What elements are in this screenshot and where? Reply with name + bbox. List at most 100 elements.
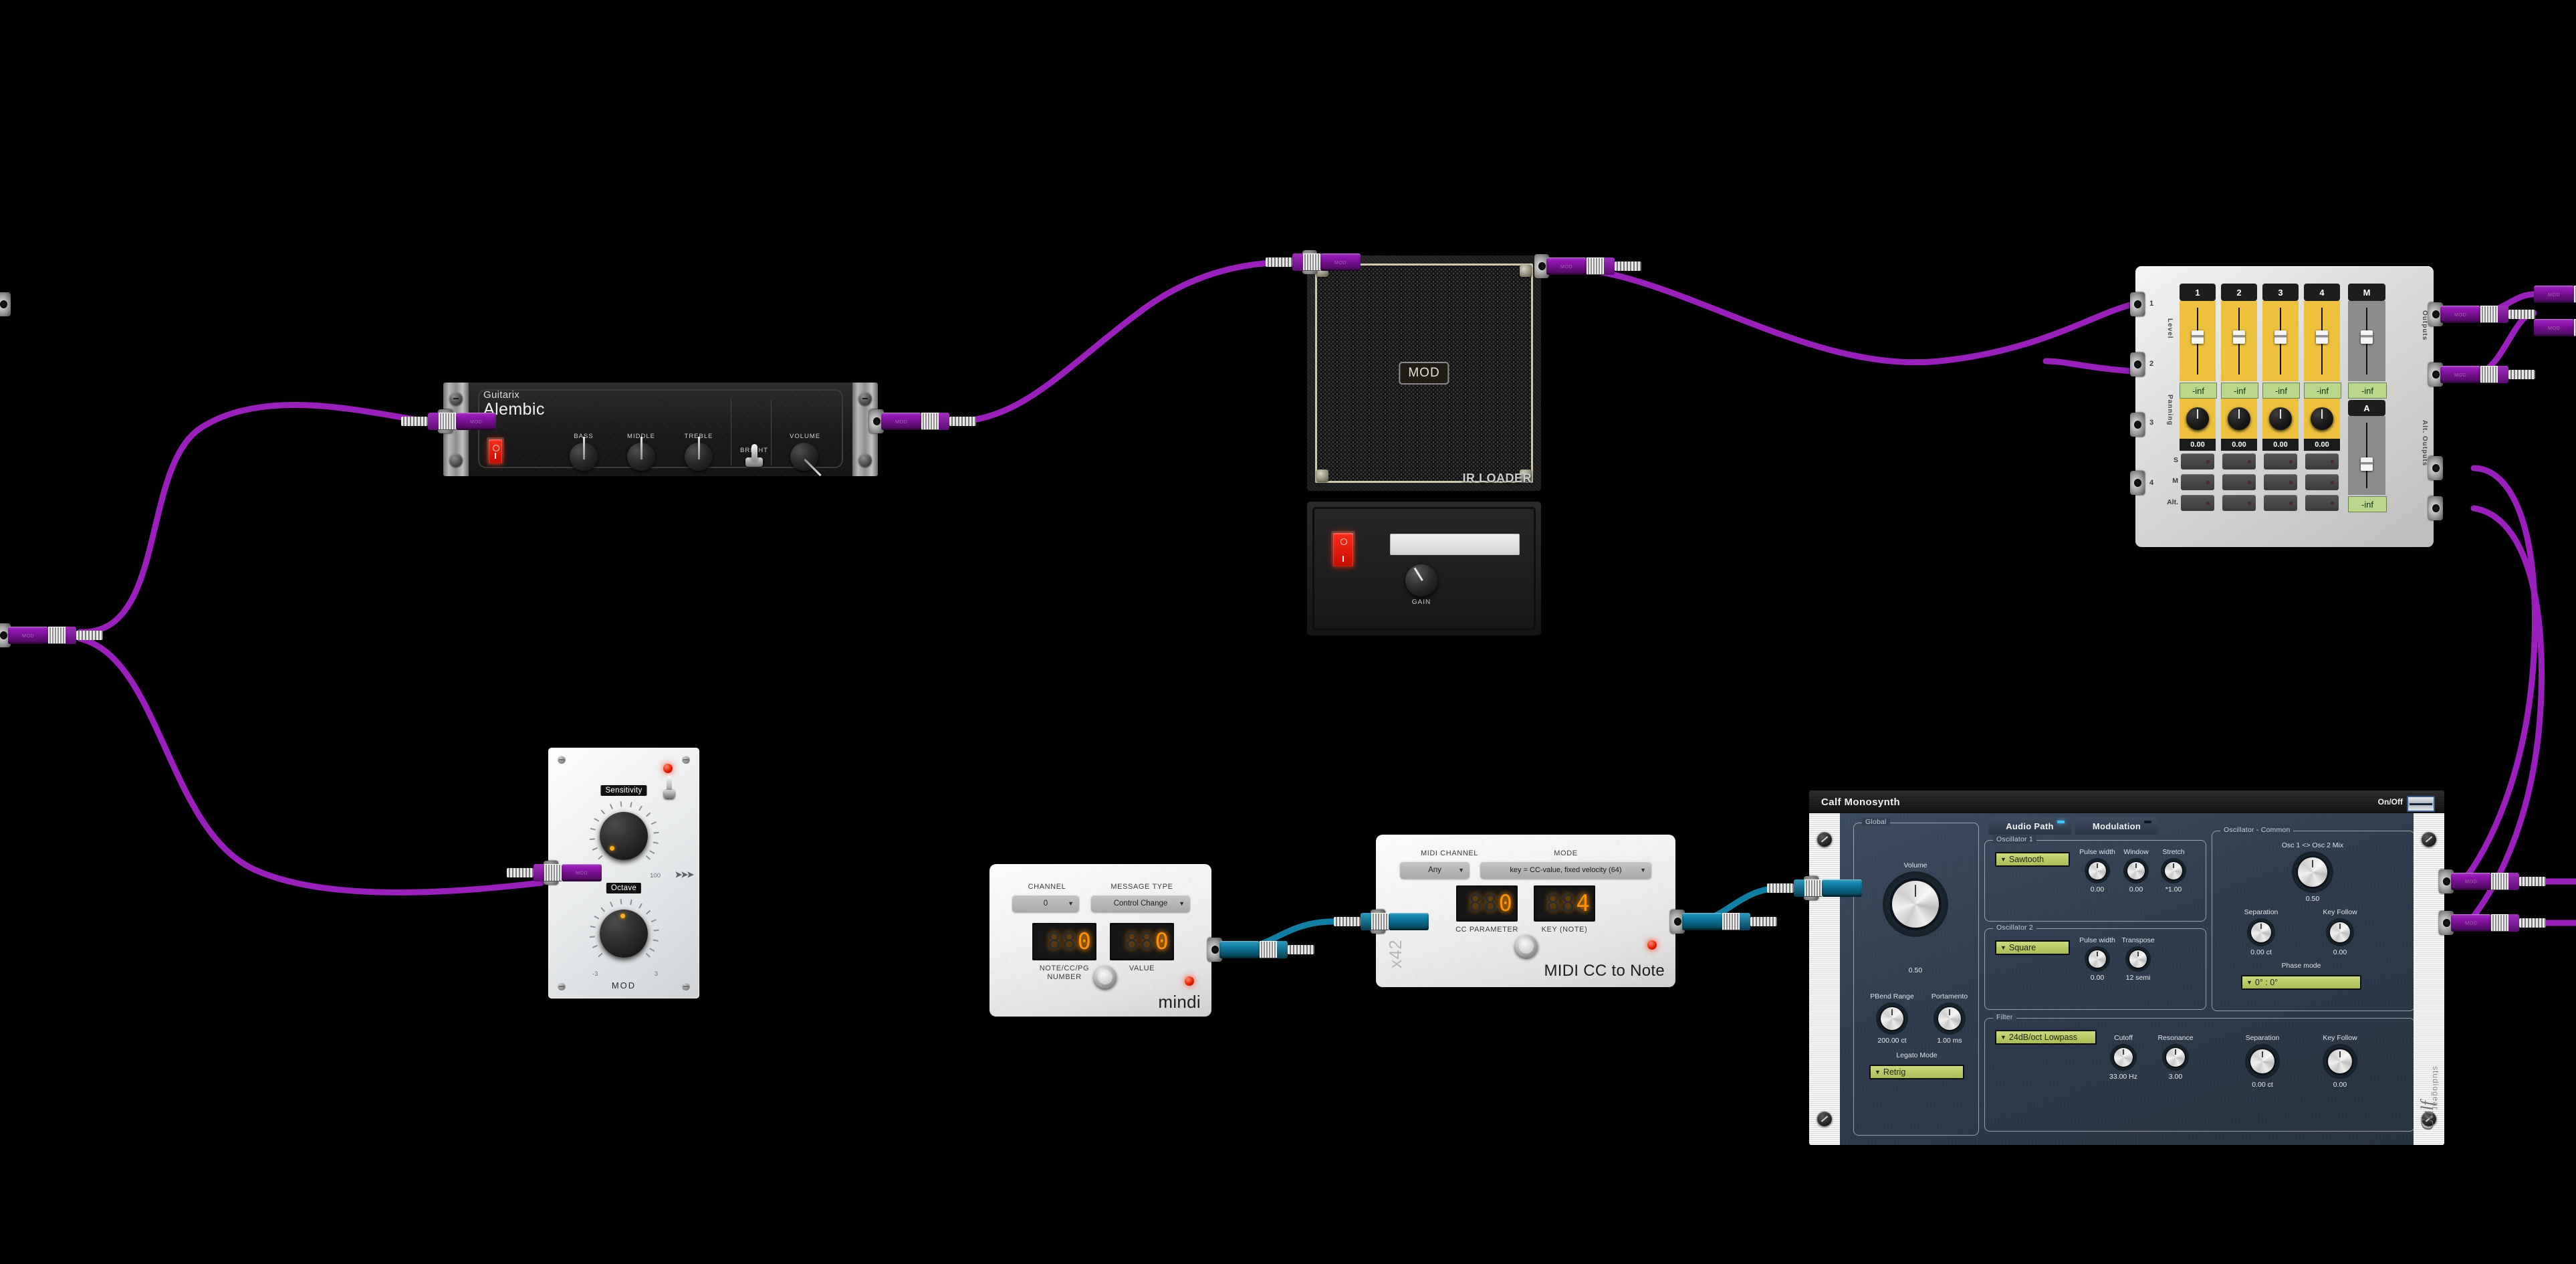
mixer-master-level[interactable]: -inf bbox=[2348, 383, 2387, 399]
mixer-strip-1-alt[interactable] bbox=[2181, 495, 2214, 511]
calf-osc2-pulsewidth[interactable]: Pulse width 0.00 bbox=[2078, 936, 2117, 982]
mixer-strip-4-alt[interactable] bbox=[2305, 495, 2339, 511]
calf-osc1-stretch[interactable]: Stretch *1.00 bbox=[2154, 848, 2193, 893]
ccnote-cc-display[interactable]: 888 0 bbox=[1456, 885, 1518, 922]
mixer-alt-output-jack-1[interactable] bbox=[2428, 456, 2443, 480]
amp-knob-volume[interactable]: VOLUME bbox=[790, 433, 820, 471]
plug-board-input[interactable]: MOD bbox=[8, 626, 103, 645]
calf-filter-separation[interactable]: Separation 0.00 ct bbox=[2230, 1034, 2295, 1089]
calf-osc2-transpose[interactable]: Transpose 12 semi bbox=[2117, 936, 2159, 982]
calf-portamento-knob[interactable]: Portamento 1.00 ms bbox=[1919, 992, 1980, 1045]
plug-calf-out-2[interactable]: MOD bbox=[2451, 914, 2546, 932]
ir-gain-knob[interactable]: GAIN bbox=[1405, 564, 1438, 606]
calf-osc-separation-knob[interactable]: Separation 0.00 ct bbox=[2229, 908, 2293, 956]
mixer-input-jack-3[interactable] bbox=[2130, 413, 2145, 437]
plug-ir-input[interactable]: MOD bbox=[1266, 253, 1361, 272]
plug-mixer-out-2[interactable]: MOD bbox=[2440, 365, 2535, 384]
octaver-bypass-toggle[interactable] bbox=[662, 776, 677, 799]
plug-mindi-out[interactable] bbox=[1219, 940, 1314, 959]
pedalboard-canvas[interactable]: MOD Guitarix Alembic BASS MIDDLE TREBLE … bbox=[0, 0, 2576, 1264]
board-input-jack-1[interactable] bbox=[0, 292, 11, 316]
calf-filter-type-select[interactable]: ▼ 24dB/oct Lowpass bbox=[1995, 1030, 2097, 1045]
mixer-strip-1-solo[interactable] bbox=[2181, 453, 2214, 469]
mindi-footswitch[interactable] bbox=[1094, 966, 1117, 988]
mixer-strip-2-solo[interactable] bbox=[2222, 453, 2256, 469]
mixer-strip-4-mute[interactable] bbox=[2305, 474, 2339, 490]
ccnote-mode-select[interactable]: key = CC-value, fixed velocity (64) ▼ bbox=[1480, 861, 1651, 879]
calf-phasemode-select[interactable]: ▼ 0° : 0° bbox=[2241, 975, 2361, 990]
calf-filter-keyfollow[interactable]: Key Follow 0.00 bbox=[2308, 1034, 2372, 1089]
mixer-strip-3-fader[interactable] bbox=[2274, 330, 2287, 344]
plug-ccnote-out[interactable] bbox=[1682, 912, 1777, 931]
mixer-input-jack-2[interactable] bbox=[2130, 352, 2145, 377]
mixer-strip-2-mute[interactable] bbox=[2222, 474, 2256, 490]
ccnote-footswitch[interactable] bbox=[1515, 935, 1538, 958]
mixer-master-fader[interactable] bbox=[2361, 330, 2373, 344]
plug-board-out-2[interactable]: MOD bbox=[2534, 318, 2576, 337]
mixer-strip-2-level[interactable]: -inf bbox=[2221, 383, 2258, 399]
calf-osc-keyfollow-knob[interactable]: Key Follow 0.00 bbox=[2308, 908, 2372, 956]
mixer-strip-4-level[interactable]: -inf bbox=[2304, 383, 2341, 399]
amp-knob-bass[interactable]: BASS bbox=[569, 433, 598, 471]
mixer-strip-2-pan-knob[interactable] bbox=[2228, 407, 2250, 430]
module-ir-loader-cab[interactable]: MOD IR LOADER bbox=[1307, 255, 1541, 491]
mindi-value-display[interactable]: 888 0 bbox=[1110, 923, 1174, 960]
plug-ir-output[interactable]: MOD bbox=[1546, 257, 1641, 276]
mixer-strip-4-pan-knob[interactable] bbox=[2311, 407, 2333, 430]
module-ir-loader-controls[interactable]: GAIN bbox=[1307, 502, 1541, 635]
ir-power-switch[interactable] bbox=[1331, 531, 1355, 568]
plug-octaver-input[interactable]: MOD bbox=[507, 863, 602, 882]
calf-filter-resonance[interactable]: Resonance 3.00 bbox=[2149, 1034, 2202, 1081]
mixer-alt-output-jack-2[interactable] bbox=[2428, 496, 2443, 520]
mindi-channel-select[interactable]: 0 ▼ bbox=[1012, 895, 1079, 912]
plug-amp-input[interactable]: MOD bbox=[401, 412, 496, 431]
calf-legato-select[interactable]: ▼ Retrig bbox=[1869, 1065, 1964, 1079]
mixer-input-jack-1[interactable] bbox=[2130, 292, 2145, 316]
mixer-strip-3-level[interactable]: -inf bbox=[2262, 383, 2300, 399]
plug-calf-out-1[interactable]: MOD bbox=[2451, 872, 2546, 891]
plug-calf-midi-in[interactable] bbox=[1767, 879, 1862, 898]
module-mixer[interactable]: 1 2 3 4 Level Panning S M Alt. Outputs A… bbox=[2135, 266, 2434, 547]
mindi-number-display[interactable]: 888 0 bbox=[1032, 923, 1096, 960]
mixer-strip-3-alt[interactable] bbox=[2264, 495, 2297, 511]
mixer-strip-2-fader[interactable] bbox=[2233, 330, 2245, 344]
tab-modulation[interactable]: Modulation bbox=[2075, 817, 2158, 835]
calf-osc1-window[interactable]: Window 0.00 bbox=[2117, 848, 2155, 893]
plug-mixer-out-1[interactable]: MOD bbox=[2440, 305, 2535, 324]
module-guitarix-alembic[interactable]: Guitarix Alembic BASS MIDDLE TREBLE BRIG… bbox=[443, 383, 878, 476]
mixer-strip-1-fader[interactable] bbox=[2192, 330, 2204, 344]
tab-audio-path[interactable]: Audio Path bbox=[1988, 817, 2071, 835]
mixer-alt-fader[interactable] bbox=[2361, 457, 2373, 471]
module-midi-cc-to-note[interactable]: MIDI CHANNEL Any ▼ MODE key = CC-value, … bbox=[1376, 835, 1675, 987]
mixer-input-jack-4[interactable] bbox=[2130, 471, 2145, 495]
mindi-msgtype-select[interactable]: Control Change ▼ bbox=[1091, 895, 1190, 912]
calf-onoff-switch[interactable] bbox=[2407, 796, 2435, 812]
mixer-strip-4-fader[interactable] bbox=[2316, 330, 2328, 344]
mixer-strip-4-solo[interactable] bbox=[2305, 453, 2339, 469]
module-calf-monosynth[interactable]: Calf Monosynth On/Off Calf studiogear Gl… bbox=[1809, 791, 2444, 1145]
calf-filter-cutoff[interactable]: Cutoff 33.00 Hz bbox=[2098, 1034, 2149, 1081]
module-mindi[interactable]: CHANNEL 0 ▼ MESSAGE TYPE Control Change … bbox=[989, 864, 1211, 1017]
amp-knob-middle[interactable]: MIDDLE bbox=[626, 433, 656, 471]
ccnote-key-display[interactable]: 888 4 bbox=[1534, 885, 1595, 922]
ccnote-channel-select[interactable]: Any ▼ bbox=[1400, 861, 1470, 879]
mixer-strip-3-solo[interactable] bbox=[2264, 453, 2297, 469]
mixer-strip-1-level[interactable]: -inf bbox=[2180, 383, 2217, 399]
mixer-strip-3-pan-knob[interactable] bbox=[2269, 407, 2292, 430]
plug-amp-output[interactable]: MOD bbox=[881, 412, 976, 431]
sensitivity-knob[interactable] bbox=[600, 812, 648, 860]
octave-knob[interactable] bbox=[600, 910, 648, 958]
amp-knob-treble[interactable]: TREBLE bbox=[684, 433, 713, 471]
mixer-strip-1-pan-knob[interactable] bbox=[2186, 407, 2209, 430]
calf-volume-knob[interactable]: Volume 0.50 bbox=[1872, 861, 1959, 974]
plug-ccnote-in[interactable] bbox=[1334, 912, 1429, 931]
ir-file-display[interactable] bbox=[1390, 534, 1520, 555]
amp-power-switch[interactable] bbox=[487, 437, 504, 465]
mixer-strip-1-mute[interactable] bbox=[2181, 474, 2214, 490]
calf-osc-mix-knob[interactable]: Osc 1 <> Osc 2 Mix 0.50 bbox=[2254, 841, 2371, 903]
calf-osc1-pulsewidth[interactable]: Pulse width 0.00 bbox=[2078, 848, 2117, 893]
calf-pbend-knob[interactable]: PBend Range 200.00 ct bbox=[1861, 992, 1923, 1045]
plug-board-out-1[interactable]: MOD bbox=[2534, 285, 2576, 304]
mixer-strip-2-alt[interactable] bbox=[2222, 495, 2256, 511]
mixer-alt-level[interactable]: -inf bbox=[2348, 496, 2387, 512]
